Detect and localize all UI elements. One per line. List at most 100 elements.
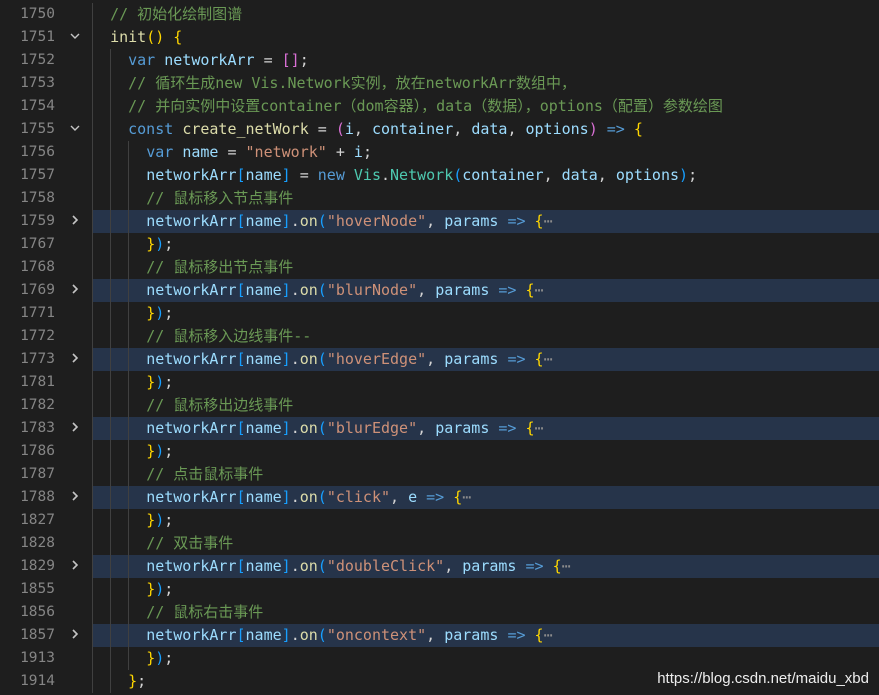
code-line[interactable]: 1772 // 鼠标移入边线事件-- xyxy=(0,325,879,348)
chevron-right-icon[interactable] xyxy=(64,555,86,578)
code-text[interactable]: init() { xyxy=(92,26,182,49)
code-token: => xyxy=(525,557,544,575)
code-line[interactable]: 1757 networkArr[name] = new Vis.Network(… xyxy=(0,164,879,187)
code-token: const xyxy=(128,120,174,138)
code-text[interactable]: var networkArr = []; xyxy=(92,49,309,72)
code-text[interactable]: }); xyxy=(92,509,173,532)
code-token: () xyxy=(146,28,165,46)
code-token: name xyxy=(245,488,282,506)
code-text[interactable]: // 双击事件 xyxy=(92,532,233,555)
code-line[interactable]: 1773 networkArr[name].on("hoverEdge", pa… xyxy=(0,348,879,371)
code-line[interactable]: 1753 // 循环生成new Vis.Network实例，放在networkA… xyxy=(0,72,879,95)
code-text[interactable]: const create_netWork = (i, container, da… xyxy=(92,118,643,141)
code-line[interactable]: 1783 networkArr[name].on("blurEdge", par… xyxy=(0,417,879,440)
code-text[interactable]: }); xyxy=(92,647,173,670)
code-token: networkArr xyxy=(146,212,237,230)
code-text[interactable]: // 鼠标移出节点事件 xyxy=(92,256,293,279)
code-text[interactable]: // 鼠标移入节点事件 xyxy=(92,187,293,210)
code-token: [ xyxy=(236,212,246,230)
code-text[interactable]: }); xyxy=(92,302,173,325)
code-line[interactable]: 1750 // 初始化绘制图谱 xyxy=(0,3,879,26)
chevron-down-icon[interactable] xyxy=(64,26,86,49)
line-number: 1755 xyxy=(20,121,55,137)
code-editor[interactable]: 1750 // 初始化绘制图谱 1751 init() {1752 var net… xyxy=(0,0,879,695)
code-line[interactable]: 1786 }); xyxy=(0,440,879,463)
code-token: i xyxy=(353,143,363,161)
code-token: ; xyxy=(164,235,174,253)
code-token: { xyxy=(525,281,535,299)
code-line[interactable]: 1782 // 鼠标移出边线事件 xyxy=(0,394,879,417)
code-token: [ xyxy=(236,557,246,575)
chevron-right-icon[interactable] xyxy=(64,348,86,371)
code-line[interactable]: 1857 networkArr[name].on("oncontext", pa… xyxy=(0,624,879,647)
chevron-right-icon[interactable] xyxy=(64,279,86,302)
code-token: params xyxy=(444,350,499,368)
code-token: => xyxy=(498,281,517,299)
code-line[interactable]: 1752 var networkArr = []; xyxy=(0,49,879,72)
code-token: ; xyxy=(164,442,174,460)
code-line[interactable]: 1756 var name = "network" + i; xyxy=(0,141,879,164)
code-text[interactable]: // 鼠标移入边线事件-- xyxy=(92,325,311,348)
line-number: 1773 xyxy=(20,351,55,367)
code-line[interactable]: 1855 }); xyxy=(0,578,879,601)
code-text[interactable]: networkArr[name].on("hoverEdge", params … xyxy=(92,348,552,371)
code-token: name xyxy=(245,626,282,644)
code-token: ( xyxy=(317,212,327,230)
code-line[interactable]: 1771 }); xyxy=(0,302,879,325)
code-text[interactable]: // 并向实例中设置container（dom容器），data（数据），opti… xyxy=(92,95,723,118)
code-line[interactable]: 1829 networkArr[name].on("doubleClick", … xyxy=(0,555,879,578)
line-number: 1913 xyxy=(20,650,55,666)
code-text[interactable]: }; xyxy=(92,670,146,693)
code-line[interactable]: 1856 // 鼠标右击事件 xyxy=(0,601,879,624)
code-text[interactable]: }); xyxy=(92,440,173,463)
code-line[interactable]: 1787 // 点击鼠标事件 xyxy=(0,463,879,486)
code-token: options xyxy=(615,166,680,184)
code-token: ( xyxy=(317,626,327,644)
code-token: } xyxy=(146,649,156,667)
code-line[interactable]: 1788 networkArr[name].on("click", e => {… xyxy=(0,486,879,509)
code-text[interactable]: // 点击鼠标事件 xyxy=(92,463,263,486)
code-line[interactable]: 1758 // 鼠标移入节点事件 xyxy=(0,187,879,210)
code-text[interactable]: }); xyxy=(92,233,173,256)
code-token: // 鼠标移出边线事件 xyxy=(146,396,294,414)
chevron-down-icon[interactable] xyxy=(64,118,86,141)
chevron-right-icon[interactable] xyxy=(64,210,86,233)
code-token: ⋯ xyxy=(534,419,544,437)
code-text[interactable]: networkArr[name].on("doubleClick", param… xyxy=(92,555,570,578)
code-line[interactable]: 1781 }); xyxy=(0,371,879,394)
code-line[interactable]: 1767 }); xyxy=(0,233,879,256)
code-line[interactable]: 1827 }); xyxy=(0,509,879,532)
line-number: 1752 xyxy=(20,52,55,68)
code-line[interactable]: 1755 const create_netWork = (i, containe… xyxy=(0,118,879,141)
code-token: } xyxy=(146,511,156,529)
code-line[interactable]: 1769 networkArr[name].on("blurNode", par… xyxy=(0,279,879,302)
code-text[interactable]: }); xyxy=(92,371,173,394)
code-text[interactable]: networkArr[name].on("blurNode", params =… xyxy=(92,279,543,302)
code-line[interactable]: 1751 init() { xyxy=(0,26,879,49)
code-text[interactable]: networkArr[name].on("oncontext", params … xyxy=(92,624,552,647)
code-text[interactable]: // 鼠标右击事件 xyxy=(92,601,263,624)
code-line[interactable]: 1913 }); xyxy=(0,647,879,670)
code-line[interactable]: 1768 // 鼠标移出节点事件 xyxy=(0,256,879,279)
code-text[interactable]: networkArr[name].on("hoverNode", params … xyxy=(92,210,552,233)
code-line[interactable]: 1759 networkArr[name].on("hoverNode", pa… xyxy=(0,210,879,233)
chevron-right-icon[interactable] xyxy=(64,417,86,440)
code-token: networkArr xyxy=(146,557,237,575)
code-text[interactable]: // 鼠标移出边线事件 xyxy=(92,394,293,417)
code-text[interactable]: var name = "network" + i; xyxy=(92,141,372,164)
code-text[interactable]: networkArr[name].on("click", e => {⋯ xyxy=(92,486,471,509)
code-line[interactable]: 1828 // 双击事件 xyxy=(0,532,879,555)
code-token: = xyxy=(218,143,246,161)
code-line[interactable]: 1754 // 并向实例中设置container（dom容器），data（数据）… xyxy=(0,95,879,118)
code-text[interactable]: // 初始化绘制图谱 xyxy=(92,3,242,26)
code-text[interactable]: // 循环生成new Vis.Network实例，放在networkArr数组中… xyxy=(92,72,576,95)
chevron-right-icon[interactable] xyxy=(64,486,86,509)
code-text[interactable]: networkArr[name] = new Vis.Network(conta… xyxy=(92,164,697,187)
chevron-right-icon[interactable] xyxy=(64,624,86,647)
line-number: 1783 xyxy=(20,420,55,436)
code-token: "hoverEdge" xyxy=(326,350,427,368)
code-text[interactable]: }); xyxy=(92,578,173,601)
code-text[interactable]: networkArr[name].on("blurEdge", params =… xyxy=(92,417,544,440)
code-token: ] xyxy=(281,626,291,644)
